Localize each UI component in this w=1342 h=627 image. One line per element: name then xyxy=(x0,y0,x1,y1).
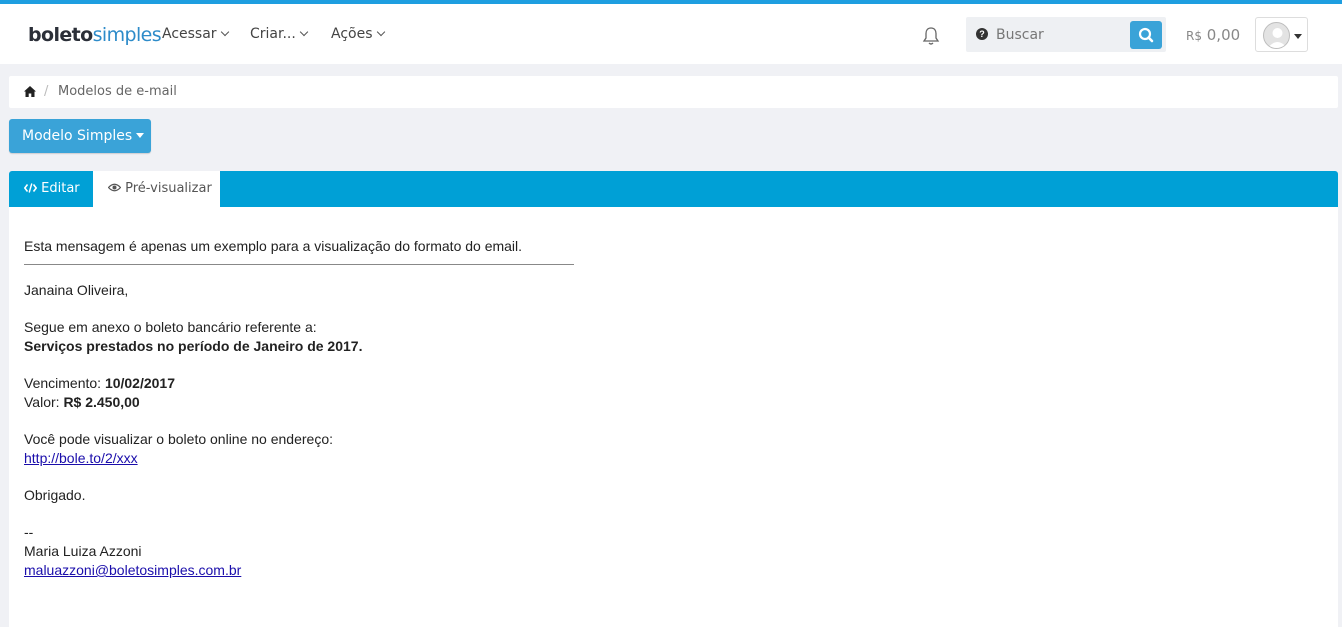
home-icon[interactable] xyxy=(24,86,36,97)
search-input[interactable] xyxy=(996,21,1126,48)
breadcrumb: / Modelos de e-mail xyxy=(9,76,1338,108)
email-preview: Esta mensagem é apenas um exemplo para a… xyxy=(24,237,724,580)
nav-menu-label: Ações xyxy=(331,26,373,42)
boleto-link[interactable]: http://bole.to/2/xxx xyxy=(24,450,138,466)
email-description: Serviços prestados no período de Janeiro… xyxy=(24,338,363,354)
tab-bar: Editar Pré-visualizar xyxy=(9,171,1338,207)
value-label: Valor: xyxy=(24,394,64,410)
tab-label: Pré-visualizar xyxy=(125,181,212,196)
user-icon xyxy=(1267,28,1288,48)
nav-menu-criar[interactable]: Criar... xyxy=(250,24,309,44)
nav-menu-label: Acessar xyxy=(162,26,217,42)
currency-symbol: R$ xyxy=(1186,29,1202,43)
breadcrumb-current: Modelos de e-mail xyxy=(58,84,177,99)
preview-panel: Esta mensagem é apenas um exemplo para a… xyxy=(9,207,1338,627)
tab-editar[interactable]: Editar xyxy=(9,171,93,207)
email-attachment-text: Segue em anexo o boleto bancário referen… xyxy=(24,319,317,335)
avatar xyxy=(1263,22,1290,49)
email-greeting: Janaina Oliveira, xyxy=(24,282,129,298)
code-icon xyxy=(23,183,38,193)
breadcrumb-separator: / xyxy=(44,84,49,99)
caret-down-icon xyxy=(1294,34,1302,39)
signature-separator: -- xyxy=(24,524,34,540)
user-menu-button[interactable] xyxy=(1255,17,1308,52)
balance-amount: 0,00 xyxy=(1206,26,1241,44)
chevron-down-icon xyxy=(376,27,385,37)
model-selector-label: Modelo Simples xyxy=(22,128,133,144)
search-icon xyxy=(1138,27,1154,43)
divider xyxy=(24,264,574,265)
chevron-down-icon xyxy=(299,27,309,37)
due-date-label: Vencimento: xyxy=(24,375,105,391)
model-selector-button[interactable]: Modelo Simples xyxy=(9,119,151,153)
navbar: boletosimples Acessar Criar... Ações ? R… xyxy=(0,4,1342,64)
value-amount: R$ 2.450,00 xyxy=(63,394,140,410)
email-thanks: Obrigado. xyxy=(24,487,86,503)
account-balance[interactable]: R$ 0,00 xyxy=(1186,26,1240,44)
chevron-down-icon xyxy=(220,27,229,37)
due-date-value: 10/02/2017 xyxy=(104,375,176,391)
search-box: ? xyxy=(966,17,1166,52)
bell-icon[interactable] xyxy=(922,26,940,46)
nav-menu-acoes[interactable]: Ações xyxy=(331,24,385,44)
nav-menu-label: Criar... xyxy=(250,26,296,42)
signature-email-link[interactable]: maluazzoni@boletosimples.com.br xyxy=(24,562,241,578)
email-intro: Esta mensagem é apenas um exemplo para a… xyxy=(24,238,523,254)
eye-icon xyxy=(107,183,122,192)
nav-menu-acessar[interactable]: Acessar xyxy=(162,24,229,44)
email-online-text: Você pode visualizar o boleto online no … xyxy=(24,431,333,447)
app-logo[interactable]: boletosimples xyxy=(28,23,162,47)
tab-pre-visualizar[interactable]: Pré-visualizar xyxy=(93,171,220,207)
caret-down-icon xyxy=(136,133,145,138)
search-button[interactable] xyxy=(1130,21,1162,49)
help-icon[interactable]: ? xyxy=(976,28,988,40)
signature-name: Maria Luiza Azzoni xyxy=(24,543,142,559)
tab-label: Editar xyxy=(41,181,80,196)
